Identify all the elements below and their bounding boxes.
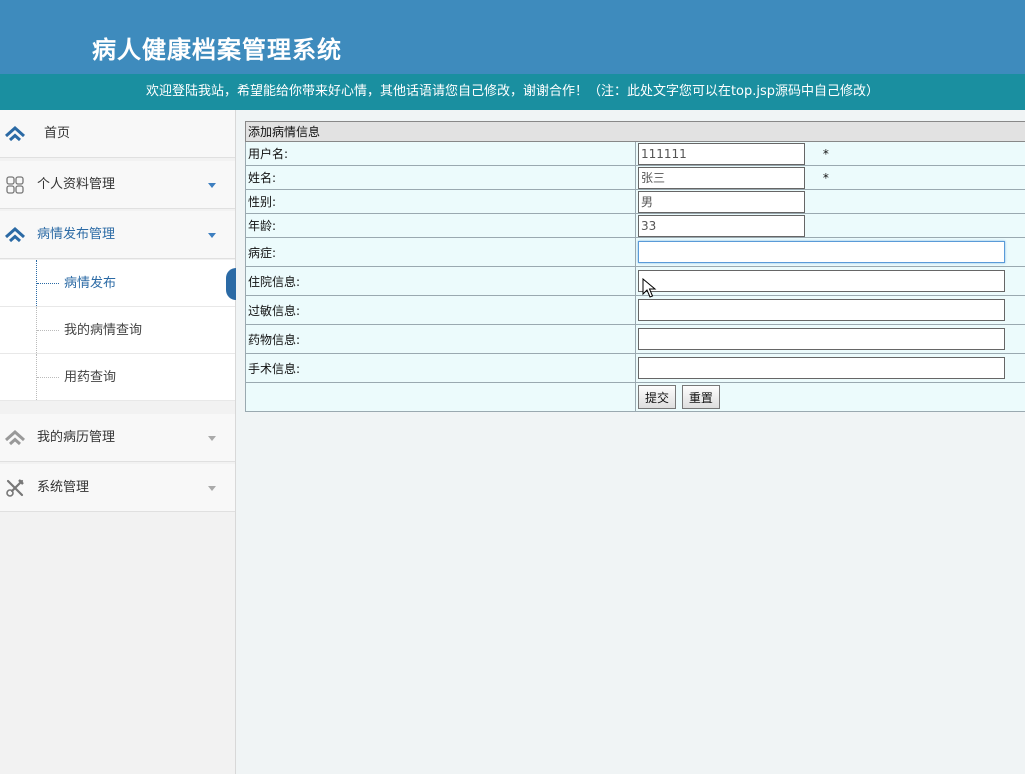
surgery-field[interactable] xyxy=(638,357,1005,379)
sub-item-medication-query[interactable]: 用药查询 xyxy=(0,354,235,401)
required-mark: * xyxy=(822,146,829,161)
field-label: 姓名: xyxy=(245,165,636,190)
name-field[interactable] xyxy=(638,166,805,189)
nav-item-system[interactable]: 系统管理 xyxy=(0,464,235,512)
sub-item-my-condition-query[interactable]: 我的病情查询 xyxy=(0,307,235,354)
actions-cell: 提交 重置 xyxy=(635,382,1025,412)
chevron-down-icon xyxy=(208,486,216,491)
active-indicator xyxy=(226,268,236,300)
field-value-cell xyxy=(635,266,1025,296)
welcome-bar: 欢迎登陆我站，希望能给你带来好心情，其他话语请您自己修改，谢谢合作！（注：此处文… xyxy=(0,74,1025,110)
home-chevron-icon xyxy=(5,125,25,142)
field-label: 药物信息: xyxy=(245,324,636,354)
form-title: 添加病情信息 xyxy=(245,121,1025,142)
chevron-down-icon xyxy=(208,436,216,441)
table-row: 病症: xyxy=(245,237,1025,267)
symptom-field[interactable] xyxy=(638,241,1005,263)
home-chevron-icon xyxy=(5,429,25,446)
field-value-cell: * xyxy=(635,141,1025,166)
table-row: 用户名: * xyxy=(245,141,1025,166)
table-row: 手术信息: xyxy=(245,353,1025,383)
sub-label-my-condition-query: 我的病情查询 xyxy=(64,323,143,338)
form-header-row: 添加病情信息 xyxy=(245,121,1025,142)
field-label: 手术信息: xyxy=(245,353,636,383)
grid-icon xyxy=(6,176,24,194)
tree-branch xyxy=(37,377,59,378)
nav-label-home: 首页 xyxy=(44,126,71,141)
field-value-cell: * xyxy=(635,165,1025,190)
form-actions-row: 提交 重置 xyxy=(245,382,1025,412)
nav-item-profile[interactable]: 个人资料管理 xyxy=(0,161,235,209)
field-value-cell xyxy=(635,353,1025,383)
medication-field[interactable] xyxy=(638,328,1005,350)
table-row: 性别: xyxy=(245,189,1025,214)
submit-button[interactable]: 提交 xyxy=(638,385,677,409)
field-value-cell xyxy=(635,213,1025,238)
table-row: 药物信息: xyxy=(245,324,1025,354)
required-mark: * xyxy=(822,170,829,185)
nav-item-condition-publish-manage[interactable]: 病情发布管理 xyxy=(0,211,235,259)
sub-label-condition-publish: 病情发布 xyxy=(64,276,117,291)
age-field[interactable] xyxy=(638,214,805,237)
tree-branch xyxy=(37,283,59,284)
nav-label-profile: 个人资料管理 xyxy=(37,177,116,192)
top-banner: 病人健康档案管理系统 xyxy=(0,0,1025,74)
table-row: 住院信息: xyxy=(245,266,1025,296)
field-value-cell xyxy=(635,324,1025,354)
field-value-cell xyxy=(635,189,1025,214)
nav-label-records: 我的病历管理 xyxy=(37,430,116,445)
nav-item-home[interactable]: 首页 xyxy=(0,110,235,158)
allergy-field[interactable] xyxy=(638,299,1005,321)
home-chevron-icon xyxy=(5,226,25,243)
field-label: 用户名: xyxy=(245,141,636,166)
field-label: 年龄: xyxy=(245,213,636,238)
field-value-cell xyxy=(635,237,1025,267)
sub-item-condition-publish[interactable]: 病情发布 xyxy=(0,260,236,307)
field-value-cell xyxy=(635,295,1025,325)
add-condition-form: 添加病情信息 用户名: * 姓名: * 性别: 年龄: 病症: 住院信息: xyxy=(245,121,1025,412)
field-label: 病症: xyxy=(245,237,636,267)
field-label: 性别: xyxy=(245,189,636,214)
reset-button[interactable]: 重置 xyxy=(681,385,720,409)
tree-branch xyxy=(37,330,59,331)
empty-cell xyxy=(245,382,636,412)
hospitalization-field[interactable] xyxy=(638,270,1005,292)
site-title: 病人健康档案管理系统 xyxy=(92,36,342,64)
chevron-down-icon xyxy=(208,233,216,238)
gender-field[interactable] xyxy=(638,190,805,213)
tools-icon xyxy=(6,479,24,497)
username-field[interactable] xyxy=(638,142,805,165)
nav-item-records[interactable]: 我的病历管理 xyxy=(0,414,235,462)
field-label: 住院信息: xyxy=(245,266,636,296)
field-label: 过敏信息: xyxy=(245,295,636,325)
nav-label-condition-publish-manage: 病情发布管理 xyxy=(37,227,116,242)
chevron-down-icon xyxy=(208,183,216,188)
table-row: 过敏信息: xyxy=(245,295,1025,325)
sidebar: 首页 个人资料管理 病情发布管理 病情发布 我的病情查询 用药查询 我的病历管理… xyxy=(0,110,236,774)
table-row: 姓名: * xyxy=(245,165,1025,190)
table-row: 年龄: xyxy=(245,213,1025,238)
nav-label-system: 系统管理 xyxy=(37,480,90,495)
sub-label-medication-query: 用药查询 xyxy=(64,370,117,385)
